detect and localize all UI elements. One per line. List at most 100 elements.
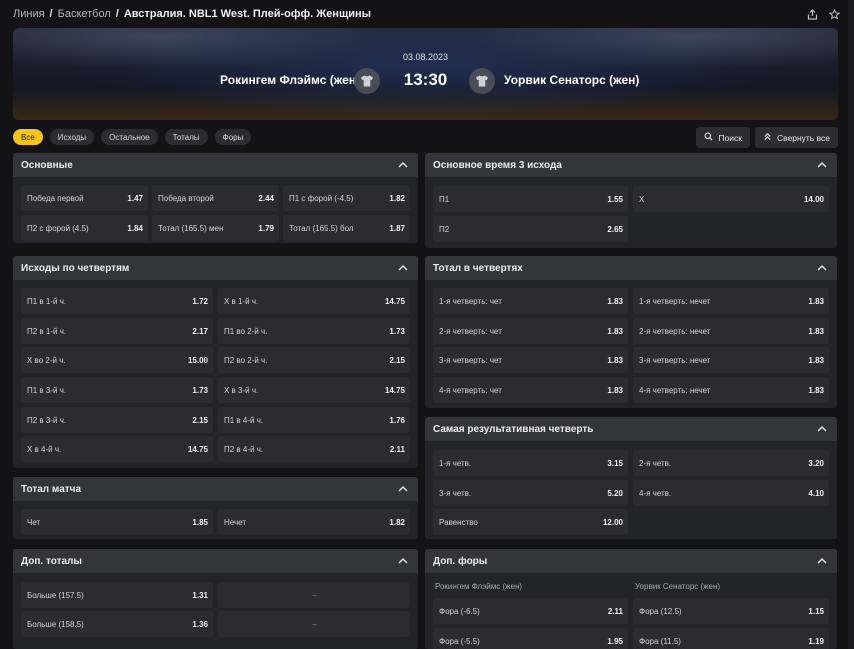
- panel-header[interactable]: Самая результативная четверть: [425, 417, 837, 441]
- odds-label: Х: [639, 194, 645, 204]
- odds-cell[interactable]: Победа первой 1.47: [21, 185, 148, 211]
- odds-cell[interactable]: Победа второй 2.44: [152, 185, 279, 211]
- odds-cell[interactable]: Больше (158.5) 1.36: [21, 611, 213, 637]
- chevron-up-icon[interactable]: [398, 556, 408, 566]
- odds-cell[interactable]: 2-я четв. 3.20: [633, 450, 829, 476]
- filter-handicaps[interactable]: Форы: [214, 129, 252, 145]
- odds-cell[interactable]: Равенство 12.00: [433, 509, 628, 535]
- chevron-up-icon[interactable]: [398, 160, 408, 170]
- star-icon[interactable]: [828, 8, 840, 20]
- odds-value: 14.75: [384, 385, 405, 395]
- odds-cell[interactable]: 3-я четв. 5.20: [433, 480, 628, 506]
- odds-cell[interactable]: 1-я четверть: чет 1.83: [433, 288, 628, 314]
- chevron-up-icon[interactable]: [817, 424, 827, 434]
- odds-cell[interactable]: 4-я четверть: нечет 1.83: [633, 377, 829, 403]
- odds-cell[interactable]: П1 в 1-й ч. 1.72: [21, 288, 213, 314]
- panel-header[interactable]: Тотал в четвертях: [425, 256, 837, 280]
- odds-value: 1.82: [389, 517, 405, 527]
- odds-cell[interactable]: Х 14.00: [633, 186, 829, 212]
- filter-totals[interactable]: Тоталы: [164, 129, 208, 145]
- odds-value: 1.73: [192, 385, 208, 395]
- odds-cell[interactable]: П1 во 2-й ч. 1.73: [218, 318, 410, 344]
- chevron-up-icon[interactable]: [817, 263, 827, 273]
- odds-cell[interactable]: Тотал (165.5) бол 1.87: [283, 215, 410, 241]
- odds-cell[interactable]: П2 с форой (4.5) 1.84: [21, 215, 148, 241]
- chevron-up-icon[interactable]: [398, 263, 408, 273]
- odds-value: 1.72: [192, 296, 208, 306]
- filter-outcomes[interactable]: Исходы: [49, 129, 95, 145]
- panel-header[interactable]: Исходы по четвертям: [13, 256, 418, 280]
- odds-cell[interactable]: Фора (-6.5) 2.11: [433, 598, 628, 624]
- odds-value: 1.15: [808, 606, 824, 616]
- odds-label: Чет: [27, 517, 41, 527]
- odds-cell[interactable]: Чет 1.85: [21, 509, 213, 535]
- collapse-icon: [763, 132, 772, 143]
- odds-label: П2 с форой (4.5): [27, 223, 89, 233]
- panel-header[interactable]: Тотал матча: [13, 477, 418, 501]
- away-team-name: Уорвик Сенаторс (жен): [504, 73, 640, 87]
- odds-cell[interactable]: 2-я четверть: нечет 1.83: [633, 318, 829, 344]
- odds-label: 1-я четверть: чет: [439, 296, 502, 306]
- chevron-up-icon[interactable]: [398, 484, 408, 494]
- odds-cell[interactable]: Нечет 1.82: [218, 509, 410, 535]
- odds-value: 1.19: [808, 636, 824, 646]
- panel-header[interactable]: Основные: [13, 153, 418, 177]
- odds-cell[interactable]: Х в 1-й ч. 14.75: [218, 288, 410, 314]
- odds-label: П2: [439, 224, 450, 234]
- odds-value: 1.83: [808, 296, 824, 306]
- odds-cell[interactable]: П2 в 3-й ч. 2.15: [21, 407, 213, 433]
- odds-cell[interactable]: П1 в 4-й ч. 1.76: [218, 407, 410, 433]
- breadcrumb-link-basketball[interactable]: Баскетбол: [58, 8, 111, 20]
- odds-label: П1 в 1-й ч.: [27, 296, 67, 306]
- empty-placeholder: –: [312, 619, 317, 629]
- panel-header[interactable]: Основное время 3 исхода: [425, 153, 837, 177]
- odds-cell[interactable]: Фора (12.5) 1.15: [633, 598, 829, 624]
- panel-header[interactable]: Доп. форы: [425, 549, 837, 573]
- scrollbar[interactable]: [848, 0, 854, 649]
- odds-value: 1.95: [607, 636, 623, 646]
- odds-cell[interactable]: Х в 4-й ч. 14.75: [21, 436, 213, 462]
- panel-main: Основные Победа первой 1.47 Победа второй…: [13, 153, 418, 243]
- search-button[interactable]: Поиск: [696, 127, 750, 148]
- odds-cell[interactable]: П2 2.65: [433, 216, 628, 242]
- collapse-label: Свернуть все: [776, 132, 830, 143]
- odds-label: П2 во 2-й ч.: [224, 355, 268, 365]
- odds-label: 2-я четв.: [639, 458, 672, 468]
- odds-cell[interactable]: Фора (-5.5) 1.95: [433, 628, 628, 649]
- odds-cell[interactable]: 1-я четв. 3.15: [433, 450, 628, 476]
- collapse-all-button[interactable]: Свернуть все: [754, 127, 838, 148]
- filter-all[interactable]: Все: [13, 129, 43, 145]
- odds-cell[interactable]: П2 в 4-й ч. 2.11: [218, 436, 410, 462]
- odds-cell[interactable]: П2 в 1-й ч. 2.17: [21, 318, 213, 344]
- odds-cell[interactable]: П1 в 3-й ч. 1.73: [21, 377, 213, 403]
- odds-label: 1-я четверть: нечет: [639, 296, 711, 306]
- odds-cell[interactable]: Фора (11.5) 1.19: [633, 628, 829, 649]
- odds-cell[interactable]: П2 во 2-й ч. 2.15: [218, 347, 410, 373]
- odds-cell[interactable]: 3-я четверть: нечет 1.83: [633, 347, 829, 373]
- odds-label: Тотал (165.5) бол: [289, 223, 354, 233]
- odds-label: 4-я четверть: нечет: [639, 385, 711, 395]
- chevron-up-icon[interactable]: [817, 556, 827, 566]
- odds-value: 12.00: [602, 517, 623, 527]
- filter-other[interactable]: Остальное: [101, 129, 158, 145]
- odds-cell[interactable]: 3-я четверть: чет 1.83: [433, 347, 628, 373]
- odds-cell[interactable]: П1 с форой (-4.5) 1.82: [283, 185, 410, 211]
- share-icon[interactable]: [806, 8, 818, 20]
- chevron-up-icon[interactable]: [817, 160, 827, 170]
- odds-label: П2 в 4-й ч.: [224, 444, 264, 454]
- odds-cell[interactable]: Больше (157.5) 1.31: [21, 582, 213, 608]
- odds-value: 1.31: [192, 590, 208, 600]
- odds-cell[interactable]: 4-я четв. 4.10: [633, 480, 829, 506]
- breadcrumb-link-line[interactable]: Линия: [13, 8, 45, 20]
- odds-label: Больше (157.5): [27, 590, 84, 600]
- odds-cell[interactable]: П1 1.55: [433, 186, 628, 212]
- odds-cell[interactable]: 2-я четверть: чет 1.83: [433, 318, 628, 344]
- odds-cell[interactable]: 1-я четверть: нечет 1.83: [633, 288, 829, 314]
- odds-cell[interactable]: 4-я четверть: чет 1.83: [433, 377, 628, 403]
- odds-cell[interactable]: Х во 2-й ч. 15.00: [21, 347, 213, 373]
- odds-cell[interactable]: Х в 3-й ч. 14.75: [218, 377, 410, 403]
- search-label: Поиск: [718, 132, 742, 143]
- odds-cell[interactable]: Тотал (165.5) мен 1.79: [152, 215, 279, 241]
- panel-header[interactable]: Доп. тоталы: [13, 549, 418, 573]
- match-date: 03.08.2023: [402, 52, 449, 62]
